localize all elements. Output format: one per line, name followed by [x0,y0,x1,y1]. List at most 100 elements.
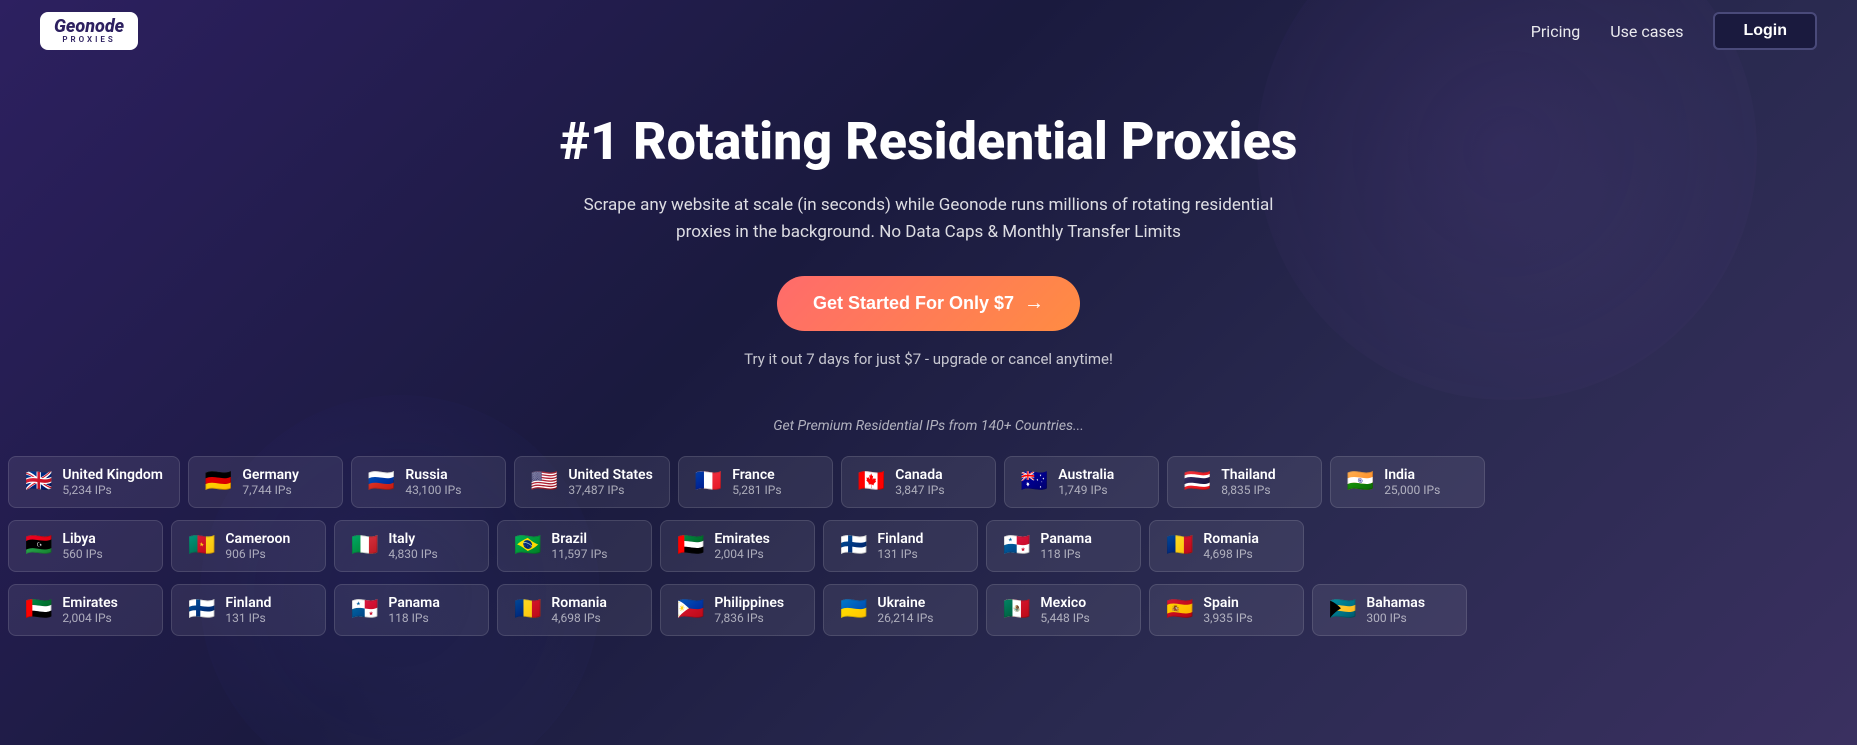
country-name: United Kingdom [62,467,163,483]
country-flag: 🇫🇮 [188,599,215,621]
hero-title: #1 Rotating Residential Proxies [20,112,1837,172]
country-flag: 🇹🇭 [1184,471,1211,493]
country-name: Emirates [714,531,769,547]
hero-subtitle: Scrape any website at scale (in seconds)… [579,192,1279,246]
country-ips: 560 IPs [62,547,102,561]
login-button[interactable]: Login [1713,12,1817,50]
country-flag: 🇧🇸 [1329,599,1356,621]
country-name: Spain [1203,595,1252,611]
country-name: Canada [895,467,944,483]
country-flag: 🇦🇺 [1021,471,1048,493]
country-name: Russia [405,467,461,483]
country-ips: 7,836 IPs [714,611,784,625]
country-card[interactable]: 🇷🇴Romania4,698 IPs [497,584,652,636]
countries-section: Get Premium Residential IPs from 140+ Co… [0,398,1857,662]
country-ips: 3,847 IPs [895,483,944,497]
country-flag: 🇵🇦 [351,599,378,621]
country-card[interactable]: 🇦🇪 Emirates2,004 IPs [660,520,815,572]
country-card[interactable]: 🇪🇸 Spain3,935 IPs [1149,584,1304,636]
country-card[interactable]: 🇬🇧 United Kingdom5,234 IPs [8,456,180,508]
country-flag: 🇧🇷 [514,535,541,557]
country-card[interactable]: 🇦🇪 Emirates2,004 IPs [8,584,163,636]
countries-scroll: 🇬🇧 United Kingdom5,234 IPs 🇩🇪Germany7,744 … [0,450,1857,642]
country-card[interactable]: 🇷🇺Russia43,100 IPs [351,456,506,508]
country-flag: 🇮🇹 [351,535,378,557]
country-ips: 2,004 IPs [714,547,769,561]
country-flag: 🇨🇲 [188,535,215,557]
country-ips: 906 IPs [225,547,290,561]
country-name: Brazil [551,531,607,547]
country-card[interactable]: 🇫🇮 Finland131 IPs [171,584,326,636]
country-ips: 5,281 IPs [732,483,781,497]
countries-label: Get Premium Residential IPs from 140+ Co… [0,418,1857,434]
country-name: India [1384,467,1440,483]
country-flag: 🇦🇪 [677,535,704,557]
country-ips: 4,698 IPs [1203,547,1258,561]
country-flag: 🇬🇧 [25,471,52,493]
country-name: Thailand [1221,467,1275,483]
country-name: Emirates [62,595,117,611]
country-flag: 🇷🇴 [514,599,541,621]
hero-section: #1 Rotating Residential Proxies Scrape a… [0,62,1857,398]
country-flag: 🇵🇦 [1003,535,1030,557]
use-cases-link[interactable]: Use cases [1610,22,1683,41]
country-ips: 300 IPs [1366,611,1425,625]
country-card[interactable]: 🇮🇹Italy4,830 IPs [334,520,489,572]
country-card[interactable]: 🇹🇭 Thailand8,835 IPs [1167,456,1322,508]
country-card[interactable]: 🇧🇷Brazil11,597 IPs [497,520,652,572]
country-card[interactable]: 🇮🇳India25,000 IPs [1330,456,1485,508]
countries-row-2: 🇱🇾 Libya560 IPs 🇨🇲Cameroon906 IPs🇮🇹Italy4,… [0,514,1857,578]
country-flag: 🇵🇭 [677,599,704,621]
country-name: Australia [1058,467,1114,483]
country-name: Finland [877,531,923,547]
country-flag: 🇪🇸 [1166,599,1193,621]
countries-row-1: 🇬🇧 United Kingdom5,234 IPs 🇩🇪Germany7,744 … [0,450,1857,514]
nav-links: Pricing Use cases Login [1531,12,1817,50]
country-ips: 3,935 IPs [1203,611,1252,625]
logo[interactable]: Geonode PROXIES [40,12,138,50]
country-card[interactable]: 🇱🇾 Libya560 IPs [8,520,163,572]
cta-button[interactable]: Get Started For Only $7 → [777,276,1080,331]
country-ips: 37,487 IPs [568,483,652,497]
pricing-link[interactable]: Pricing [1531,22,1581,41]
country-card[interactable]: 🇦🇺 Australia1,749 IPs [1004,456,1159,508]
country-ips: 43,100 IPs [405,483,461,497]
cta-arrow-icon: → [1024,292,1044,315]
country-card[interactable]: 🇫🇮 Finland131 IPs [823,520,978,572]
country-flag: 🇦🇪 [25,599,52,621]
navbar: Geonode PROXIES Pricing Use cases Login [0,0,1857,62]
country-ips: 131 IPs [225,611,271,625]
country-flag: 🇫🇮 [840,535,867,557]
country-card[interactable]: 🇧🇸Bahamas300 IPs [1312,584,1467,636]
country-card[interactable]: 🇷🇴Romania4,698 IPs [1149,520,1304,572]
country-name: Finland [225,595,271,611]
country-ips: 5,234 IPs [62,483,163,497]
country-ips: 118 IPs [388,611,439,625]
country-name: Panama [1040,531,1091,547]
country-ips: 131 IPs [877,547,923,561]
country-ips: 26,214 IPs [877,611,933,625]
country-flag: 🇱🇾 [25,535,52,557]
country-flag: 🇮🇳 [1347,471,1374,493]
country-card[interactable]: 🇨🇲Cameroon906 IPs [171,520,326,572]
country-card[interactable]: 🇵🇦 Panama118 IPs [986,520,1141,572]
country-name: Libya [62,531,102,547]
country-ips: 118 IPs [1040,547,1091,561]
country-name: Romania [551,595,606,611]
country-ips: 1,749 IPs [1058,483,1114,497]
country-card[interactable]: 🇨🇦 Canada3,847 IPs [841,456,996,508]
country-card[interactable]: 🇫🇷France5,281 IPs [678,456,833,508]
country-card[interactable]: 🇲🇽Mexico5,448 IPs [986,584,1141,636]
country-card[interactable]: 🇺🇸United States37,487 IPs [514,456,670,508]
country-card[interactable]: 🇩🇪Germany7,744 IPs [188,456,343,508]
country-ips: 2,004 IPs [62,611,117,625]
country-ips: 8,835 IPs [1221,483,1275,497]
trial-text: Try it out 7 days for just $7 - upgrade … [744,350,1113,368]
country-name: Romania [1203,531,1258,547]
country-flag: 🇨🇦 [858,471,885,493]
logo-text: Geonode [54,18,124,36]
logo-sub: PROXIES [62,36,115,44]
country-card[interactable]: 🇵🇦Panama118 IPs [334,584,489,636]
country-card[interactable]: 🇵🇭Philippines7,836 IPs [660,584,815,636]
country-card[interactable]: 🇺🇦Ukraine26,214 IPs [823,584,978,636]
